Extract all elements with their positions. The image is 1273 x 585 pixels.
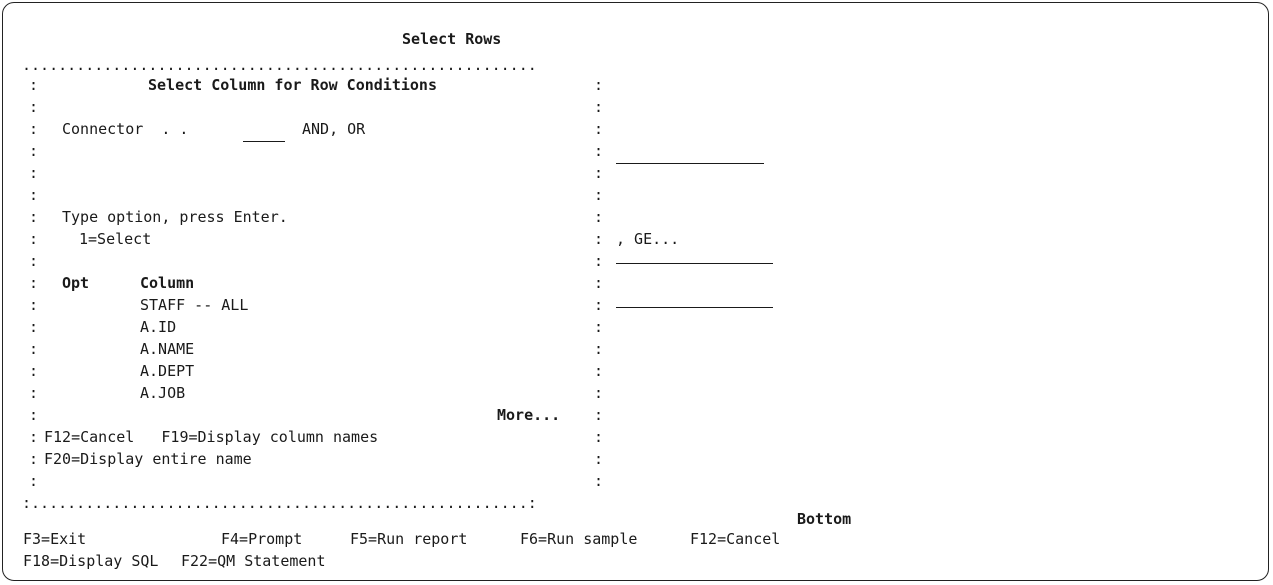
popup-function-keys-2[interactable]: F20=Display entire name [44, 450, 252, 468]
popup-right-border: : [594, 406, 604, 424]
popup-right-border: : [594, 318, 604, 336]
f5-run-report-key[interactable]: F5=Run report [350, 530, 467, 548]
popup-left-border: : [29, 274, 39, 292]
list-item[interactable]: A.NAME [140, 340, 194, 358]
popup-right-border: : [594, 120, 604, 138]
background-field-2[interactable] [616, 263, 773, 264]
popup-left-border: : [29, 252, 39, 270]
popup-right-border: : [594, 450, 604, 468]
option-select-legend: 1=Select [79, 230, 152, 248]
list-item[interactable]: A.DEPT [140, 362, 194, 380]
f22-qm-statement-key[interactable]: F22=QM Statement [181, 552, 326, 570]
connector-label: Connector . . [62, 120, 189, 138]
popup-bottom-border: :.......................................… [22, 494, 537, 512]
popup-right-border: : [594, 472, 604, 490]
popup-left-border: : [29, 208, 39, 226]
popup-left-border: : [29, 296, 39, 314]
popup-left-border: : [29, 164, 39, 182]
popup-left-border: : [29, 318, 39, 336]
popup-left-border: : [29, 384, 39, 402]
popup-right-border: : [594, 252, 604, 270]
f4-prompt-key[interactable]: F4=Prompt [221, 530, 302, 548]
popup-left-border: : [29, 472, 39, 490]
popup-right-border: : [594, 340, 604, 358]
screen-title: Select Rows [402, 30, 502, 48]
list-item[interactable]: STAFF -- ALL [140, 296, 248, 314]
bottom-indicator: Bottom [797, 510, 852, 528]
popup-left-border: : [29, 120, 39, 138]
more-indicator: More... [497, 406, 561, 424]
list-item[interactable]: A.ID [140, 318, 176, 336]
popup-left-border: : [29, 406, 39, 424]
popup-left-border: : [29, 362, 39, 380]
connector-hint: AND, OR [302, 120, 366, 138]
background-field-1[interactable] [616, 163, 764, 164]
f3-exit-key[interactable]: F3=Exit [23, 530, 86, 548]
f18-display-sql-key[interactable]: F18=Display SQL [23, 552, 158, 570]
header-column: Column [140, 274, 195, 292]
popup-left-border: : [29, 142, 39, 160]
popup-right-border: : [594, 274, 604, 292]
f6-run-sample-key[interactable]: F6=Run sample [520, 530, 637, 548]
popup-right-border: : [594, 142, 604, 160]
popup-title: Select Column for Row Conditions [148, 76, 437, 94]
instruction-text: Type option, press Enter. [62, 208, 288, 226]
popup-right-border: : [594, 428, 604, 446]
popup-left-border: : [29, 186, 39, 204]
background-field-3[interactable] [616, 307, 773, 308]
popup-right-border: : [594, 296, 604, 314]
popup-left-border: : [29, 428, 39, 446]
popup-right-border: : [594, 362, 604, 380]
popup-function-keys-1[interactable]: F12=Cancel F19=Display column names [44, 428, 378, 446]
popup-right-border: : [594, 164, 604, 182]
popup-left-border: : [29, 230, 39, 248]
popup-top-border: ........................................… [22, 56, 537, 74]
list-item[interactable]: A.JOB [140, 384, 185, 402]
popup-left-border: : [29, 340, 39, 358]
background-partial-text: , GE... [616, 230, 680, 248]
popup-right-border: : [594, 384, 604, 402]
f12-cancel-key[interactable]: F12=Cancel [690, 530, 780, 548]
popup-right-border: : [594, 208, 604, 226]
popup-right-border: : [594, 230, 604, 248]
popup-right-border: : [594, 98, 604, 116]
popup-left-border: : [29, 98, 39, 116]
connector-input[interactable] [243, 141, 285, 142]
popup-right-border: : [594, 76, 604, 94]
popup-right-border: : [594, 186, 604, 204]
header-opt: Opt [62, 274, 90, 292]
popup-left-border: : [29, 450, 39, 468]
popup-left-border: : [29, 76, 39, 94]
